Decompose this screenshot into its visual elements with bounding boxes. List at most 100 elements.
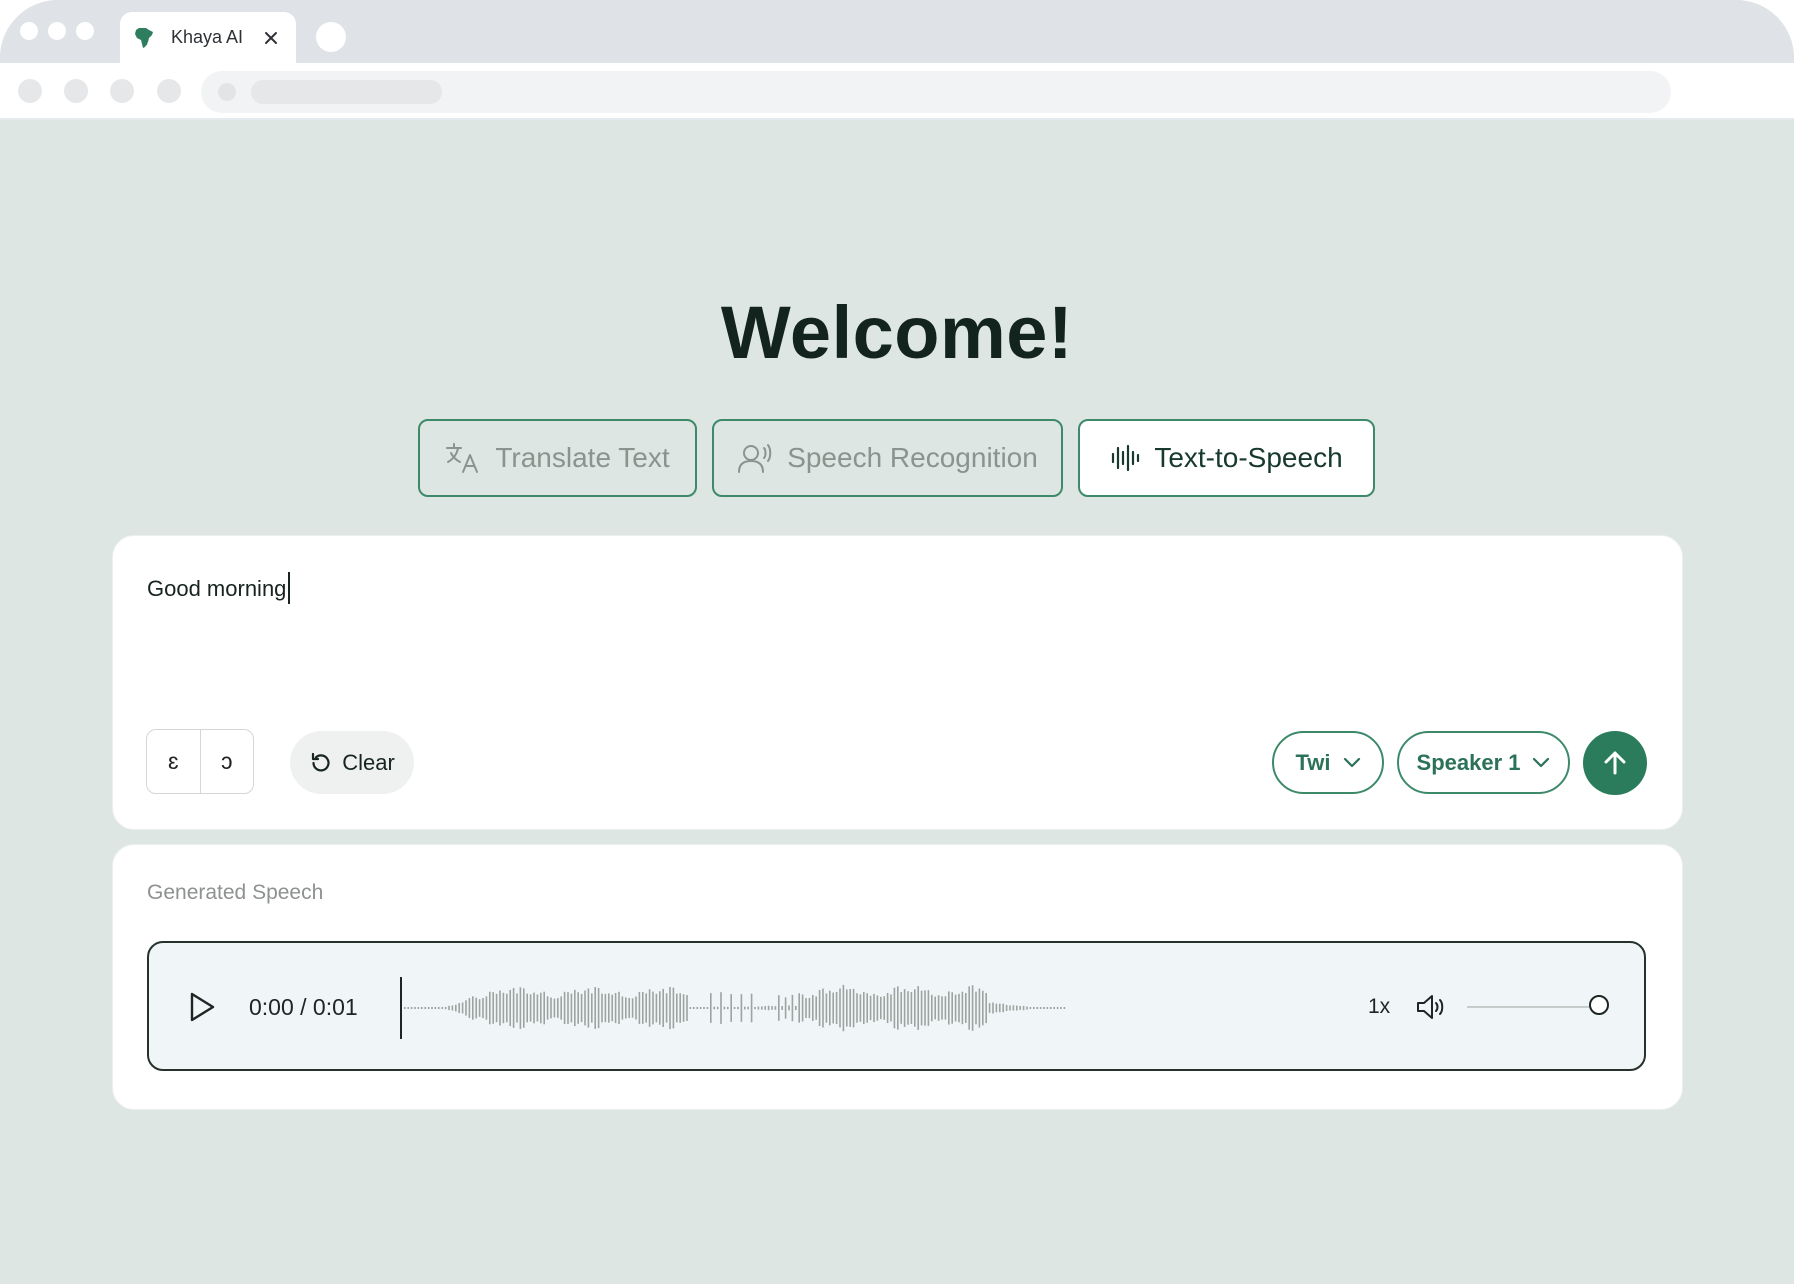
window-close-dot[interactable] <box>20 22 38 40</box>
waveform-bar <box>832 992 834 1024</box>
play-icon[interactable] <box>187 991 217 1023</box>
waveform-bar <box>502 992 505 1024</box>
waveform-bar <box>475 997 477 1019</box>
forward-button[interactable] <box>64 79 88 103</box>
waveform-bar <box>550 997 552 1019</box>
browser-tab[interactable]: Khaya AI <box>120 12 296 63</box>
waveform-bar <box>971 985 974 1031</box>
playback-speed-button[interactable]: 1x <box>1368 995 1390 1019</box>
waveform-bar <box>489 991 491 1025</box>
waveform-bar <box>669 987 671 1030</box>
waveform-bar <box>788 1005 790 1011</box>
waveform-bar <box>417 1007 420 1009</box>
waveform-bar <box>835 991 838 1024</box>
tab-label: Translate Text <box>495 442 670 473</box>
waveform-bar <box>594 987 596 1029</box>
waveform-bar <box>706 1007 709 1009</box>
waveform-bar <box>954 994 957 1022</box>
waveform-bar <box>975 991 977 1025</box>
tab-label: Speech Recognition <box>787 442 1038 473</box>
tab-speech-recognition[interactable]: Speech Recognition <box>712 419 1063 497</box>
waveform-bar <box>424 1007 426 1009</box>
clear-button[interactable]: Clear <box>290 731 414 794</box>
browser-window: Khaya AI Welcome! Translate Text Speech … <box>0 0 1794 1284</box>
language-select[interactable]: Twi <box>1272 731 1384 794</box>
audio-waveform[interactable] <box>400 977 1070 1039</box>
waveform-bar <box>682 994 685 1022</box>
waveform-bar <box>733 1007 736 1009</box>
africa-logo-icon <box>131 25 157 51</box>
speaker-value: Speaker 1 <box>1416 749 1521 775</box>
waveform-bar <box>560 996 562 1020</box>
waveform-bar <box>523 988 525 1028</box>
waveform-bar <box>499 990 501 1026</box>
waveform-bar <box>757 1006 760 1010</box>
back-button[interactable] <box>18 79 42 103</box>
waveform-bar <box>506 993 508 1023</box>
text-input[interactable]: Good morning <box>147 572 291 604</box>
submit-button[interactable] <box>1583 731 1647 795</box>
waveform-bar <box>492 992 494 1024</box>
waveform-bar <box>608 993 610 1023</box>
volume-knob[interactable] <box>1589 995 1609 1015</box>
waveform-bar <box>988 1003 991 1013</box>
waveform-bar <box>1012 1005 1015 1011</box>
waveform-bar <box>451 1005 454 1011</box>
output-label: Generated Speech <box>147 881 324 904</box>
char-key-open-e[interactable]: ɛ <box>147 730 200 793</box>
translate-icon <box>445 442 481 474</box>
waveform-bar <box>1026 1006 1028 1010</box>
tab-label: Text-to-Speech <box>1154 442 1343 473</box>
site-info-icon[interactable] <box>218 83 236 101</box>
reload-button[interactable] <box>110 79 134 103</box>
waveform-bar <box>897 986 899 1030</box>
playback-time: 0:00 / 0:01 <box>249 994 358 1020</box>
waveform-bar <box>720 992 722 1024</box>
waveform-bar <box>461 1002 464 1014</box>
waveform-bar <box>880 996 882 1020</box>
chevron-down-icon <box>1343 757 1361 769</box>
new-tab-button[interactable] <box>316 22 346 52</box>
waveform-bar <box>876 995 879 1021</box>
waveform-bar <box>577 992 579 1024</box>
waveform-bar <box>676 993 678 1023</box>
waveform-bar <box>482 998 484 1019</box>
waveform-bar <box>618 991 620 1025</box>
waveform-bar <box>931 994 933 1022</box>
waveform-bar <box>672 987 675 1029</box>
waveform-bar <box>1009 1005 1011 1011</box>
tab-translate-text[interactable]: Translate Text <box>418 419 697 497</box>
char-key-open-o[interactable]: ɔ <box>199 730 254 793</box>
waveform-bar <box>540 992 542 1024</box>
volume-slider[interactable] <box>1467 993 1609 1021</box>
speaker-select[interactable]: Speaker 1 <box>1397 731 1570 794</box>
waveform-bar <box>730 994 732 1022</box>
waveform-bar <box>642 992 644 1024</box>
waveform-bar <box>1002 1003 1004 1013</box>
waveform-bar <box>883 996 885 1020</box>
close-tab-icon[interactable] <box>260 27 282 49</box>
waveform-bar <box>920 990 923 1026</box>
waveform-bar <box>744 1006 746 1010</box>
waveform-bar <box>533 992 535 1024</box>
window-minimize-dot[interactable] <box>48 22 66 40</box>
waveform-bar <box>1050 1007 1052 1009</box>
waveform-bar <box>662 988 664 1027</box>
waveform-bar <box>795 1005 797 1011</box>
waveform-bar <box>856 993 858 1023</box>
address-bar[interactable] <box>201 71 1671 113</box>
waveform-bar <box>866 993 868 1023</box>
waveform-bar <box>958 993 960 1023</box>
waveform-bar <box>1016 1005 1018 1011</box>
waveform-bar <box>808 997 811 1019</box>
tab-text-to-speech[interactable]: Text-to-Speech <box>1078 419 1375 497</box>
waveform-bar <box>863 991 865 1025</box>
waveform-bar <box>890 994 892 1022</box>
waveform-bar <box>543 991 545 1025</box>
window-maximize-dot[interactable] <box>76 22 94 40</box>
text-input-card: Good morning ɛ ɔ Clear Twi Speaker 1 <box>112 535 1683 830</box>
waveform-bar <box>737 1006 739 1010</box>
volume-icon[interactable] <box>1415 993 1447 1021</box>
home-button[interactable] <box>157 79 181 103</box>
waveform-bar <box>434 1007 437 1009</box>
